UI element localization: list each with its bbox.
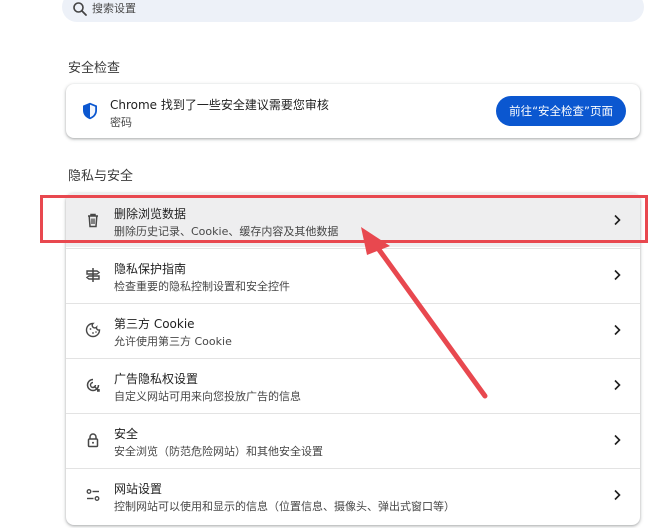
chevron-right-icon — [614, 379, 621, 391]
row-divider — [66, 248, 640, 249]
row-divider — [66, 468, 640, 469]
go-to-safety-check-button[interactable]: 前往“安全检查”页面 — [496, 96, 626, 126]
list-item-title: 删除浏览数据 — [114, 207, 187, 221]
list-item-subtitle: 允许使用第三方 Cookie — [114, 335, 232, 348]
shield-icon — [83, 102, 97, 120]
list-item-title: 广告隐私权设置 — [114, 372, 199, 386]
list-item-subtitle: 检查重要的隐私控制设置和安全控件 — [114, 280, 290, 293]
ad-privacy-icon — [86, 378, 100, 392]
list-item-clear-browsing-data[interactable]: 删除浏览数据 删除历史记录、Cookie、缓存内容及其他数据 — [66, 193, 640, 247]
list-item-site-settings[interactable]: 网站设置 控制网站可以使用和显示的信息（位置信息、摄像头、弹出式窗口等） — [66, 468, 640, 522]
chevron-right-icon — [614, 324, 621, 336]
site-settings-icon — [86, 489, 100, 501]
list-item-security[interactable]: 安全 安全浏览（防范危险网站）和其他安全设置 — [66, 413, 640, 467]
chevron-right-icon — [614, 489, 621, 501]
cookie-icon — [85, 322, 101, 338]
chevron-right-icon — [614, 214, 621, 226]
safety-check-heading: 安全检查 — [68, 61, 121, 76]
list-item-privacy-guide[interactable]: 隐私保护指南 检查重要的隐私控制设置和安全控件 — [66, 248, 640, 302]
list-item-title: 隐私保护指南 — [114, 262, 187, 276]
list-item-subtitle: 自定义网站可用来向您投放广告的信息 — [114, 390, 301, 403]
list-item-ad-privacy[interactable]: 广告隐私权设置 自定义网站可用来向您投放广告的信息 — [66, 358, 640, 412]
chevron-right-icon — [614, 269, 621, 281]
list-item-subtitle: 控制网站可以使用和显示的信息（位置信息、摄像头、弹出式窗口等） — [114, 500, 455, 513]
list-item-title: 网站设置 — [114, 482, 163, 496]
safety-check-subtitle: 密码 — [110, 116, 132, 129]
privacy-guide-icon — [85, 268, 101, 282]
list-item-subtitle: 删除历史记录、Cookie、缓存内容及其他数据 — [114, 225, 339, 238]
list-item-title: 第三方 Cookie — [114, 317, 195, 331]
row-divider — [66, 303, 640, 304]
safety-check-title: Chrome 找到了一些安全建议需要您审核 — [110, 98, 329, 112]
chevron-right-icon — [614, 434, 621, 446]
row-divider — [66, 358, 640, 359]
trash-icon — [88, 213, 98, 228]
list-item-subtitle: 安全浏览（防范危险网站）和其他安全设置 — [114, 445, 323, 458]
row-divider — [66, 413, 640, 414]
safety-check-card: Chrome 找到了一些安全建议需要您审核 密码 前往“安全检查”页面 — [66, 84, 640, 138]
search-icon — [73, 2, 87, 16]
privacy-security-list: 删除浏览数据 删除历史记录、Cookie、缓存内容及其他数据 隐私保护指南 检查… — [66, 193, 640, 525]
search-input[interactable]: 搜索设置 — [92, 0, 136, 16]
list-item-title: 安全 — [114, 427, 139, 441]
search-bar[interactable]: 搜索设置 — [62, 0, 644, 22]
list-item-third-party-cookies[interactable]: 第三方 Cookie 允许使用第三方 Cookie — [66, 303, 640, 357]
lock-icon — [87, 433, 99, 448]
privacy-security-heading: 隐私与安全 — [68, 169, 134, 184]
